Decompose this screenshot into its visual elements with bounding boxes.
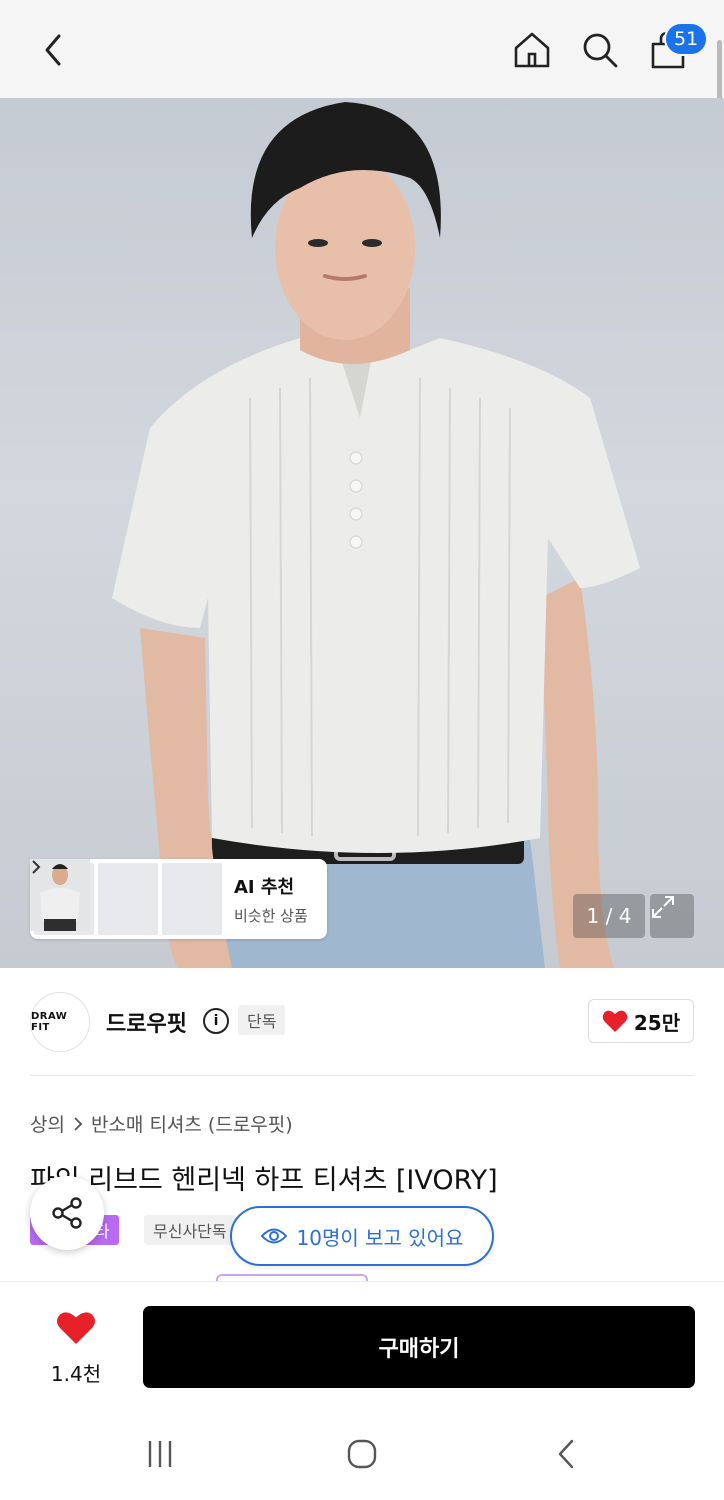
wishlist-count: 1.4천 — [50, 1362, 102, 1386]
heart-icon — [602, 1010, 628, 1032]
system-nav-bar — [0, 1406, 724, 1500]
back-button[interactable] — [30, 26, 78, 74]
breadcrumb-item[interactable]: 상의 — [30, 1110, 65, 1137]
recent-apps-button[interactable] — [140, 1434, 180, 1474]
home-button[interactable] — [508, 26, 556, 74]
breadcrumb-item[interactable]: 반소매 티셔츠 (드로우핏) — [91, 1110, 293, 1137]
product-image-gallery[interactable]: AI 추천 비슷한 상품 1 / 4 — [0, 98, 724, 968]
product-photo — [112, 102, 640, 968]
divider — [30, 1075, 694, 1076]
share-icon — [52, 1197, 82, 1229]
info-icon[interactable]: i — [203, 1008, 229, 1034]
chevron-right-icon — [74, 1116, 83, 1131]
brand-like-count: 25만 — [633, 1010, 681, 1035]
exclusive-tag: 무신사단독 — [144, 1215, 236, 1245]
cart-count-badge: 51 — [664, 22, 709, 56]
system-back-button[interactable] — [546, 1434, 586, 1474]
product-title: 파인 리브드 헨리넥 하프 티셔츠 [IVORY] — [30, 1165, 498, 1196]
product-page: 51 AI 추천 비슷한 상품 1 / 4 DRAW FIT 드로우핏 i 단독… — [0, 0, 724, 1500]
home-circle-icon — [347, 1439, 377, 1469]
buy-button[interactable]: 구매하기 — [143, 1306, 695, 1388]
expand-icon — [652, 896, 674, 918]
image-pager: 1 / 4 — [573, 894, 645, 938]
ai-recommend-subtitle: 비슷한 상품 — [234, 906, 308, 925]
eye-icon — [260, 1228, 287, 1244]
exclusive-badge: 단독 — [238, 1005, 286, 1035]
breadcrumb: 상의 반소매 티셔츠 (드로우핏) — [30, 1110, 293, 1137]
ai-recommend-title-row: AI 추천 — [32, 860, 308, 899]
brand-like-button[interactable]: 25만 — [588, 999, 694, 1043]
recommend-thumbnail[interactable] — [30, 859, 158, 935]
ai-recommend-title: AI 추천 — [234, 876, 295, 898]
brand-row: DRAW FIT 드로우핏 i 단독 25만 — [0, 968, 724, 1076]
brand-name[interactable]: 드로우핏 — [106, 1006, 187, 1038]
search-icon — [583, 33, 618, 68]
recommend-thumbnail[interactable] — [30, 859, 222, 935]
expand-button[interactable] — [650, 894, 694, 938]
system-back-icon — [558, 1439, 574, 1469]
wishlist-button[interactable]: 1.4천 — [40, 1310, 112, 1387]
ai-recommend-text: AI 추천 비슷한 상품 — [32, 860, 308, 926]
heart-icon — [57, 1312, 95, 1344]
ai-recommend-card[interactable]: AI 추천 비슷한 상품 — [30, 859, 327, 939]
chevron-left-icon — [45, 34, 61, 66]
purchase-bar: 1.4천 구매하기 — [0, 1281, 724, 1406]
home-icon — [514, 32, 550, 68]
viewers-count-pill: 10명이 보고 있어요 — [230, 1206, 494, 1266]
viewers-text: 10명이 보고 있어요 — [296, 1225, 464, 1250]
share-button[interactable] — [30, 1176, 104, 1250]
search-button[interactable] — [576, 26, 624, 74]
top-app-bar: 51 — [0, 0, 724, 136]
system-home-button[interactable] — [342, 1434, 382, 1474]
brand-logo[interactable]: DRAW FIT — [30, 992, 90, 1052]
chevron-right-icon — [32, 860, 41, 874]
recent-apps-icon — [148, 1441, 172, 1467]
